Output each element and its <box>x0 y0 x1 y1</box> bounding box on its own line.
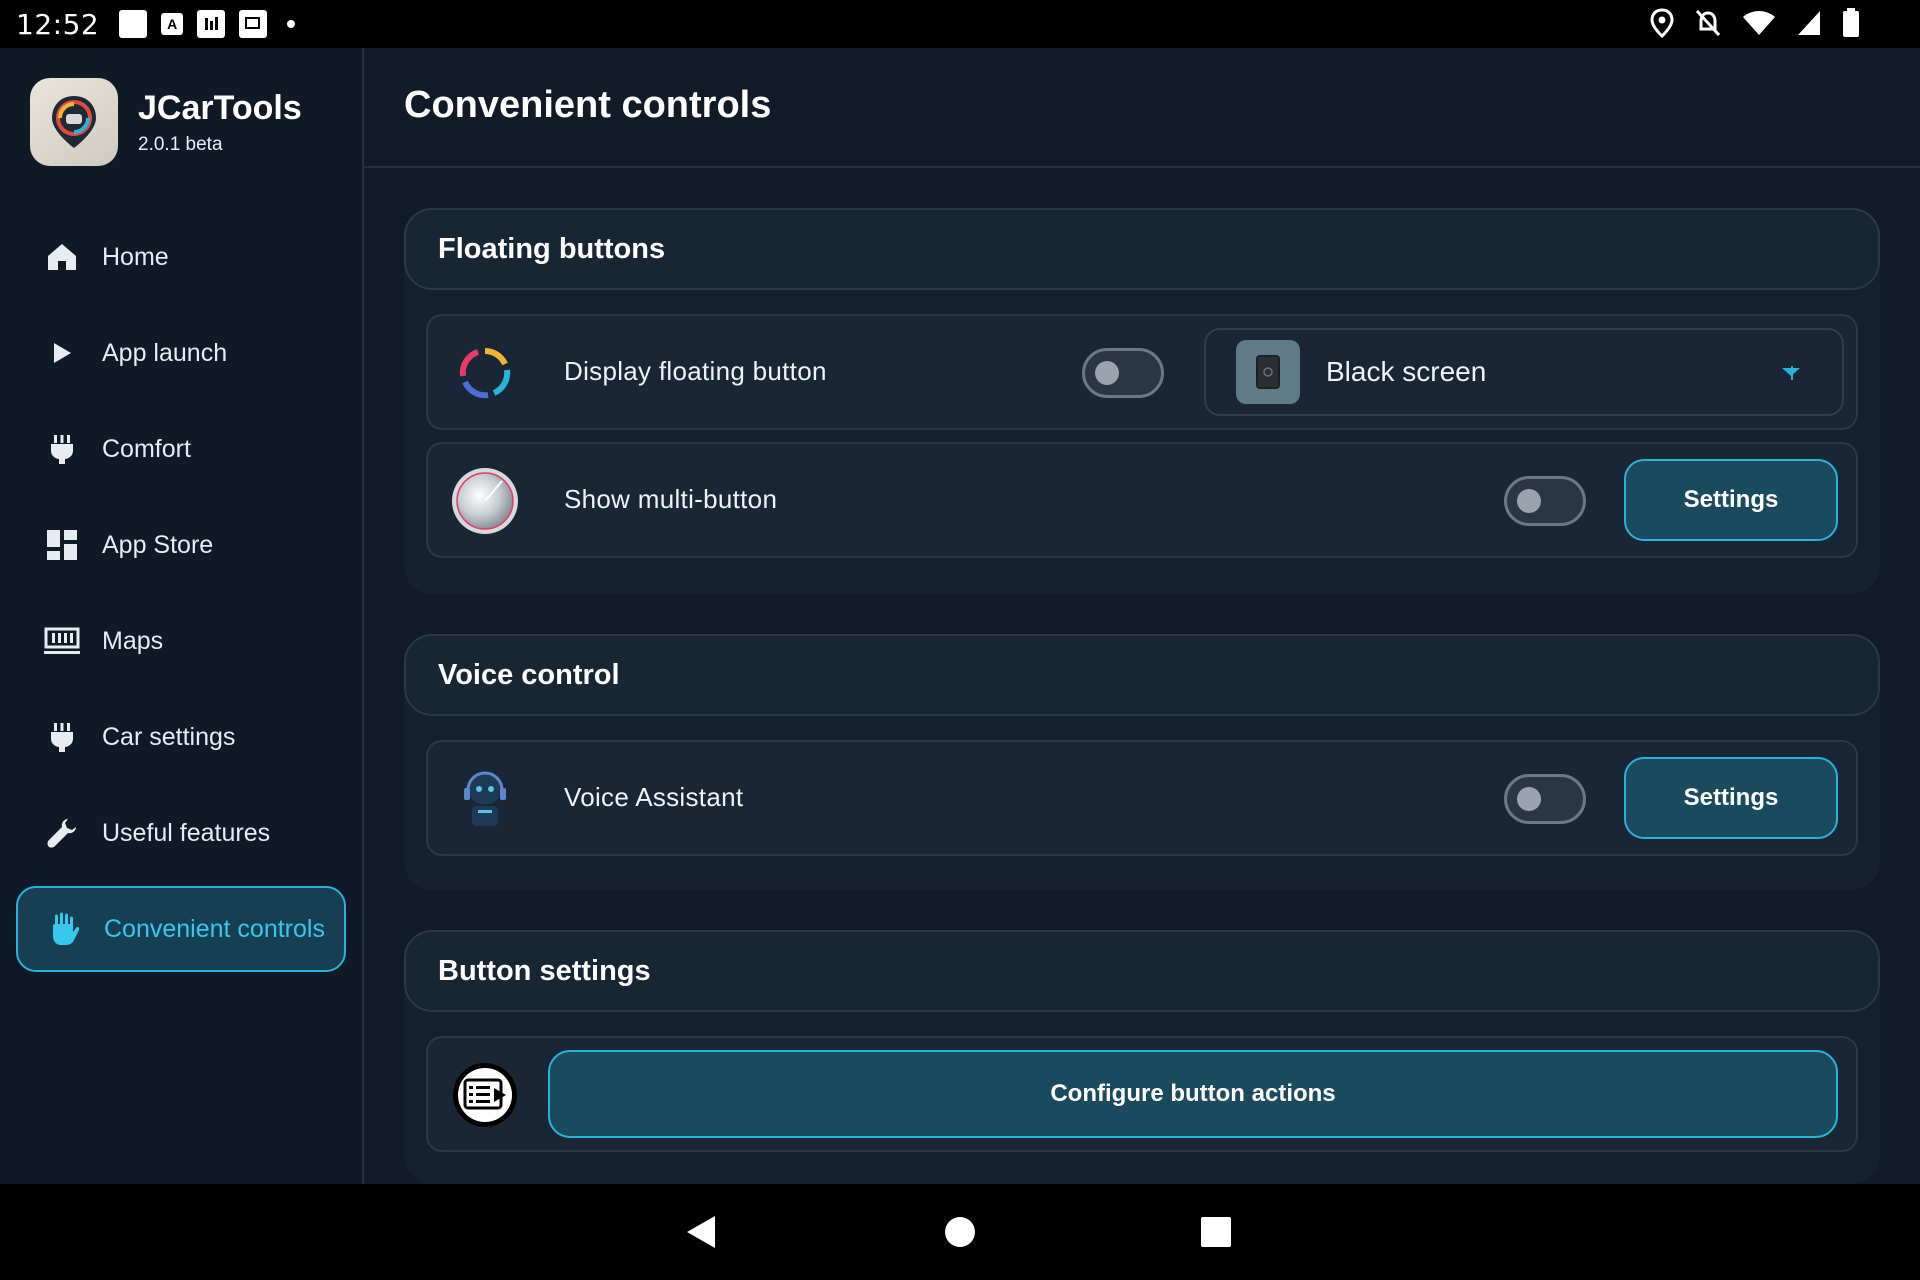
voice-assistant-settings-button[interactable]: Settings <box>1624 757 1838 839</box>
square-icon <box>119 10 148 38</box>
sidebar-item-app-store[interactable]: App Store <box>16 502 346 588</box>
floating-buttons-section: Floating buttons Display floating button… <box>404 208 1880 594</box>
voice-control-section: Voice control Voice Assistant Settings <box>404 634 1880 890</box>
bell-off-icon <box>1695 9 1721 37</box>
configure-button-actions-button[interactable]: Configure button actions <box>548 1050 1838 1138</box>
status-bar: 12:52 A <box>0 0 1920 48</box>
sidebar-item-useful-features[interactable]: Useful features <box>16 790 346 876</box>
floating-action-dropdown[interactable]: Black screen <box>1204 328 1844 416</box>
multi-button-settings-button[interactable]: Settings <box>1624 459 1838 541</box>
a-badge-icon: A <box>161 13 184 35</box>
toggle-knob <box>1517 489 1541 513</box>
robot-icon <box>450 764 520 834</box>
section-title: Voice control <box>404 634 1880 716</box>
wifi-icon <box>1743 11 1775 35</box>
section-title: Button settings <box>404 930 1880 1012</box>
show-multi-button-row: Show multi-button Settings <box>426 442 1858 558</box>
sidebar-item-label: Maps <box>102 626 164 655</box>
dashboard-icon <box>44 527 80 563</box>
system-navigation-bar <box>0 1184 1920 1280</box>
sidebar-item-label: Home <box>102 242 169 271</box>
sidebar-item-label: Comfort <box>102 434 191 463</box>
sidebar-item-label: Useful features <box>102 818 271 847</box>
app-version: 2.0.1 beta <box>138 133 223 155</box>
app-logo <box>30 78 118 166</box>
app-header: JCarTools 2.0.1 beta <box>30 78 302 166</box>
plug-icon <box>44 719 80 755</box>
display-floating-button-label: Display floating button <box>564 356 827 386</box>
app-logo-icon <box>52 96 96 148</box>
sidebar-item-app-launch[interactable]: App launch <box>16 310 346 396</box>
ring-icon <box>450 338 520 408</box>
sidebar-item-comfort[interactable]: Comfort <box>16 406 346 492</box>
page-title: Convenient controls <box>404 84 772 126</box>
main-content: Convenient controls Floating buttons Dis… <box>364 48 1920 1184</box>
wrench-icon <box>44 815 80 851</box>
voice-assistant-toggle[interactable] <box>1504 774 1586 824</box>
ruler-icon <box>44 623 80 659</box>
multi-button-icon <box>450 466 520 536</box>
sidebar-item-label: App Store <box>102 530 214 559</box>
sidebar-item-home[interactable]: Home <box>16 214 346 300</box>
display-floating-button-toggle[interactable] <box>1082 348 1164 398</box>
display-floating-button-row: Display floating button Black screen <box>426 314 1858 430</box>
section-title: Floating buttons <box>404 208 1880 290</box>
toggle-knob <box>1095 361 1119 385</box>
chevron-down-icon <box>1780 364 1802 387</box>
dropdown-value: Black screen <box>1326 356 1487 387</box>
voice-assistant-label: Voice Assistant <box>564 782 744 812</box>
signal-icon <box>1798 11 1820 35</box>
home-icon <box>44 239 80 275</box>
app-name: JCarTools <box>138 88 302 127</box>
button-settings-section: Button settings Configure button actions <box>404 930 1880 1184</box>
sidebar-item-car-settings[interactable]: Car settings <box>16 694 346 780</box>
play-icon <box>44 335 80 371</box>
location-icon <box>1650 8 1674 38</box>
cast-icon <box>239 10 268 38</box>
system-icons <box>1650 8 1860 38</box>
sidebar-item-label: Car settings <box>102 722 236 751</box>
sidebar-item-convenient-controls[interactable]: Convenient controls <box>16 886 346 972</box>
plug-icon <box>44 431 80 467</box>
sidebar-nav: Home App launch Comfort App Store Maps C… <box>16 214 346 982</box>
toggle-knob <box>1517 787 1541 811</box>
notification-icons: A <box>119 10 296 38</box>
sidebar-item-label: Convenient controls <box>104 914 325 943</box>
battery-icon <box>1843 8 1859 37</box>
recents-square-icon[interactable] <box>1190 1206 1242 1258</box>
main-header: Convenient controls <box>364 48 1920 168</box>
dot-icon <box>287 20 296 28</box>
show-multi-button-label: Show multi-button <box>564 484 778 514</box>
show-multi-button-toggle[interactable] <box>1504 476 1586 526</box>
sidebar-item-maps[interactable]: Maps <box>16 598 346 684</box>
voice-assistant-row: Voice Assistant Settings <box>426 740 1858 856</box>
home-circle-icon[interactable] <box>934 1206 986 1258</box>
sidebar-item-label: App launch <box>102 338 228 367</box>
sim-icon <box>197 10 226 38</box>
status-time: 12:52 <box>16 7 100 41</box>
black-screen-icon <box>1236 340 1300 404</box>
list-settings-icon <box>450 1060 520 1130</box>
sidebar: JCarTools 2.0.1 beta Home App launch Com… <box>0 48 364 1184</box>
hand-icon <box>46 911 82 947</box>
configure-button-row: Configure button actions <box>426 1036 1858 1152</box>
back-icon[interactable] <box>676 1206 728 1258</box>
